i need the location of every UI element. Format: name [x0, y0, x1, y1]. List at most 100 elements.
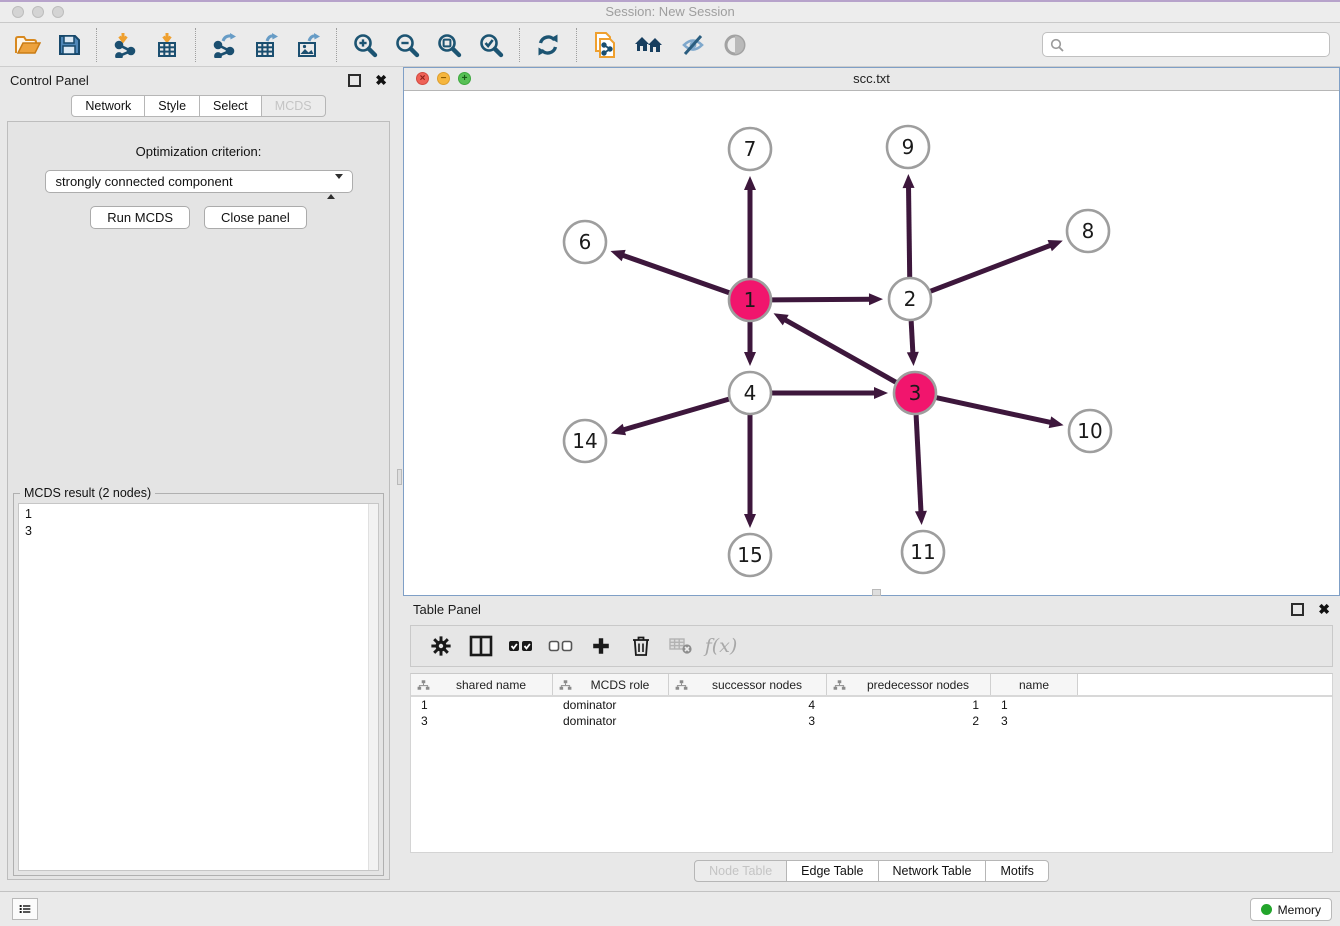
save-session-button[interactable]	[54, 27, 84, 63]
edge-3-1[interactable]	[784, 319, 896, 382]
close-table-panel-icon[interactable]: ✖	[1318, 603, 1330, 615]
node-label-7: 7	[744, 137, 757, 161]
optimization-criterion-select[interactable]: strongly connected component	[45, 170, 353, 193]
edge-1-2[interactable]	[772, 299, 871, 300]
delete-column-button[interactable]	[621, 629, 661, 663]
tab-mcds[interactable]: MCDS	[262, 95, 326, 117]
import-network-button[interactable]	[109, 27, 141, 63]
task-history-button[interactable]	[12, 898, 38, 920]
export-table-button[interactable]	[250, 27, 282, 63]
cell-successor-nodes[interactable]: 3	[669, 713, 827, 729]
tab-edge-table[interactable]: Edge Table	[787, 860, 878, 882]
mcds-panel: Optimization criterion: strongly connect…	[7, 121, 390, 880]
network-maximize-button[interactable]: +	[458, 72, 471, 85]
open-session-button[interactable]	[11, 27, 44, 63]
node-label-15: 15	[737, 543, 762, 567]
horizontal-divider-grip[interactable]	[872, 589, 881, 596]
dropdown-stepper-icon	[327, 176, 343, 197]
network-canvas[interactable]: 7968124314101511	[404, 91, 1339, 595]
header-filler	[1078, 674, 1332, 695]
select-all-button[interactable]	[501, 629, 541, 663]
zoom-fit-button[interactable]	[433, 27, 465, 63]
cell-shared-name[interactable]: 1	[411, 697, 553, 713]
zoom-selected-button[interactable]	[475, 27, 507, 63]
hide-details-button[interactable]	[677, 27, 709, 63]
edge-arrow-1-7	[744, 176, 756, 190]
edge-arrow-2-3	[907, 352, 919, 366]
tab-select[interactable]: Select	[200, 95, 262, 117]
zoom-in-button[interactable]	[349, 27, 381, 63]
column-header-name[interactable]: name	[991, 674, 1078, 695]
tab-motifs[interactable]: Motifs	[986, 860, 1048, 882]
import-table-button[interactable]	[151, 27, 183, 63]
cell-name[interactable]: 3	[991, 713, 1078, 729]
column-header-predecessor-nodes[interactable]: predecessor nodes	[827, 674, 991, 695]
memory-button[interactable]: Memory	[1250, 898, 1332, 921]
cell-predecessor-nodes[interactable]: 1	[827, 697, 991, 713]
first-neighbors-button[interactable]	[631, 27, 667, 63]
edge-3-11[interactable]	[916, 415, 921, 513]
edge-1-6[interactable]	[622, 255, 729, 293]
show-details-button[interactable]	[719, 27, 751, 63]
column-header-shared-name[interactable]: shared name	[411, 674, 553, 695]
table-settings-button[interactable]	[421, 629, 461, 663]
save-icon	[57, 33, 81, 57]
export-network-button[interactable]	[208, 27, 240, 63]
columns-icon	[469, 635, 493, 657]
node-label-10: 10	[1077, 419, 1102, 443]
deselect-all-button[interactable]	[541, 629, 581, 663]
search-input[interactable]	[1065, 37, 1323, 53]
clone-network-button[interactable]	[589, 27, 621, 63]
export-image-button[interactable]	[292, 27, 324, 63]
cell-mcds-role[interactable]: dominator	[553, 697, 669, 713]
apply-layout-button[interactable]	[532, 27, 564, 63]
zoom-out-button[interactable]	[391, 27, 423, 63]
column-header-successor-nodes[interactable]: successor nodes	[669, 674, 827, 695]
cell-shared-name[interactable]: 3	[411, 713, 553, 729]
tab-network-table[interactable]: Network Table	[879, 860, 987, 882]
edge-2-8[interactable]	[931, 245, 1052, 291]
cell-mcds-role[interactable]: dominator	[553, 713, 669, 729]
network-minimize-button[interactable]: −	[437, 72, 450, 85]
tab-style[interactable]: Style	[145, 95, 200, 117]
table-row-2[interactable]: 3dominator323	[411, 713, 1332, 729]
control-panel-title: Control Panel	[10, 73, 348, 88]
network-close-button[interactable]: ×	[416, 72, 429, 85]
scrollbar-track[interactable]	[368, 504, 378, 870]
hide-details-icon	[680, 32, 706, 58]
divider-grip[interactable]	[397, 469, 402, 485]
cell-predecessor-nodes[interactable]: 2	[827, 713, 991, 729]
column-header-mcds-role[interactable]: MCDS role	[553, 674, 669, 695]
float-panel-icon[interactable]	[348, 74, 361, 87]
toolbar-separator	[96, 28, 97, 62]
close-panel-button[interactable]: Close panel	[204, 206, 307, 229]
edge-2-3[interactable]	[911, 321, 913, 354]
float-table-panel-icon[interactable]	[1291, 603, 1304, 616]
edge-3-10[interactable]	[936, 398, 1051, 423]
create-column-button[interactable]	[581, 629, 621, 663]
node-table-body: 1dominator4113dominator323	[411, 697, 1332, 729]
main-toolbar	[0, 23, 1340, 67]
run-mcds-button[interactable]: Run MCDS	[90, 206, 190, 229]
deselect-all-icon	[548, 638, 574, 654]
window-minimize-button[interactable]	[32, 6, 44, 18]
folder-open-icon	[14, 33, 41, 57]
search-box[interactable]	[1042, 32, 1330, 57]
edge-2-9[interactable]	[909, 186, 910, 277]
refresh-icon	[535, 32, 561, 58]
tab-node-table[interactable]: Node Table	[694, 860, 787, 882]
window-zoom-button[interactable]	[52, 6, 64, 18]
edge-4-14[interactable]	[622, 399, 728, 430]
control-panel-tabs: NetworkStyleSelectMCDS	[0, 95, 397, 117]
table-row-1[interactable]: 1dominator411	[411, 697, 1332, 713]
memory-status-icon	[1261, 904, 1272, 915]
export-network-icon	[211, 32, 237, 58]
cell-name[interactable]: 1	[991, 697, 1078, 713]
tab-network[interactable]: Network	[71, 95, 145, 117]
cell-successor-nodes[interactable]: 4	[669, 697, 827, 713]
houses-icon	[634, 33, 664, 57]
window-close-button[interactable]	[12, 6, 24, 18]
mcds-result-list[interactable]: 1 3	[18, 503, 379, 871]
column-view-button[interactable]	[461, 629, 501, 663]
close-panel-icon[interactable]: ✖	[375, 74, 387, 86]
